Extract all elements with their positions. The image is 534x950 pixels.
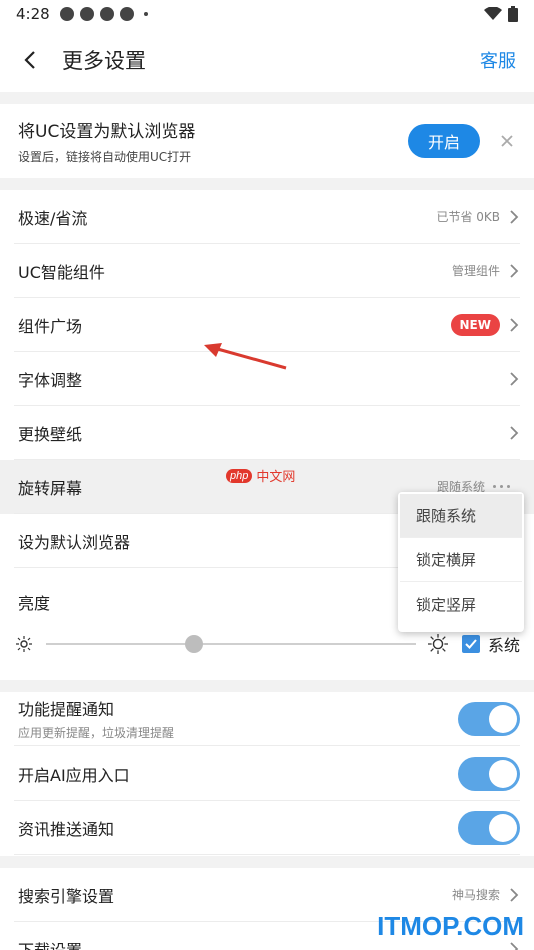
php-badge: php (226, 468, 253, 483)
system-label: 系统 (487, 636, 520, 655)
chevron-right-icon (508, 371, 520, 386)
brightness-slider[interactable] (46, 635, 416, 653)
row-label: 极速/省流 (18, 208, 88, 228)
row-label: 字体调整 (18, 370, 83, 390)
enable-button[interactable]: 开启 (408, 124, 480, 158)
popup-option-lock-portrait[interactable]: 锁定竖屏 (400, 582, 522, 626)
more-notifications-dot (143, 12, 148, 16)
wifi-icon (484, 7, 502, 20)
row-label: 设为默认浏览器 (18, 532, 131, 552)
row-label: 组件广场 (18, 316, 83, 336)
divider (0, 178, 534, 190)
chevron-right-icon (508, 887, 520, 902)
row-label: 资讯推送通知 (18, 819, 115, 839)
php-text: 中文网 (256, 470, 296, 485)
row-value: 管理组件 (451, 264, 500, 278)
row-label: UC智能组件 (18, 262, 105, 282)
banner-title: 将UC设置为默认浏览器 (18, 122, 196, 142)
news-push-toggle[interactable] (458, 810, 520, 845)
row-label: 开启AI应用入口 (18, 765, 130, 785)
close-icon[interactable] (498, 132, 516, 150)
row-label: 旋转屏幕 (18, 478, 83, 498)
php-watermark: php 中文网 (226, 466, 295, 485)
brightness-slider-row: 系统 (14, 628, 520, 660)
chevron-right-icon (508, 425, 520, 440)
chevron-right-icon (508, 942, 520, 950)
paw-icon (59, 7, 74, 21)
divider (0, 680, 534, 692)
slider-thumb[interactable] (184, 635, 203, 653)
system-brightness-checkbox[interactable] (461, 635, 480, 653)
status-bar: 4:28 (0, 0, 534, 28)
row-value: 神马搜索 (451, 888, 500, 902)
divider (0, 856, 534, 868)
paw-icon-2 (79, 7, 94, 21)
popup-option-lock-landscape[interactable]: 锁定横屏 (400, 538, 522, 582)
feature-reminder-toggle[interactable] (458, 701, 520, 736)
notification-icons (59, 7, 148, 21)
row-news-push: 资讯推送通知 (14, 801, 520, 855)
row-subtitle: 应用更新提醒，垃圾清理提醒 (18, 726, 175, 740)
itmop-watermark: ITMOP.COM (377, 911, 524, 941)
row-label: 搜索引擎设置 (18, 886, 115, 906)
row-ai-entry: 开启AI应用入口 (14, 747, 520, 801)
battery-icon (508, 6, 518, 22)
row-smart-widgets[interactable]: UC智能组件 管理组件 (14, 244, 520, 298)
aperture-icon-2 (119, 7, 134, 21)
chevron-right-icon (508, 263, 520, 278)
chevron-right-icon (508, 209, 520, 224)
row-label: 下载设置 (18, 937, 82, 950)
rotate-options-popup: 跟随系统 锁定横屏 锁定竖屏 (398, 492, 524, 632)
row-label: 更换壁纸 (18, 424, 83, 444)
brightness-label: 亮度 (18, 594, 51, 613)
banner-subtitle: 设置后，链接将自动使用UC打开 (18, 150, 192, 164)
popup-option-follow-system[interactable]: 跟随系统 (400, 494, 522, 538)
status-right (484, 6, 518, 22)
row-speed-saving[interactable]: 极速/省流 已节省 0KB (14, 190, 520, 244)
sun-small-icon (14, 634, 34, 654)
header: 更多设置 客服 (0, 30, 534, 90)
customer-service-link[interactable]: 客服 (480, 47, 516, 73)
sun-large-icon (427, 634, 448, 654)
default-browser-banner: 将UC设置为默认浏览器 设置后，链接将自动使用UC打开 开启 (0, 104, 534, 178)
row-wallpaper[interactable]: 更换壁纸 (14, 406, 520, 460)
aperture-icon (99, 7, 114, 21)
status-time: 4:28 (16, 5, 50, 23)
row-value: 已节省 0KB (436, 210, 500, 224)
ai-entry-toggle[interactable] (458, 756, 520, 791)
more-dots-icon[interactable] (493, 485, 510, 488)
red-arrow-annotation (204, 343, 287, 370)
row-feature-reminder: 功能提醒通知 应用更新提醒，垃圾清理提醒 (14, 692, 520, 746)
new-badge: NEW (450, 313, 500, 336)
divider (0, 92, 534, 104)
row-label: 功能提醒通知 (18, 700, 115, 719)
page-title: 更多设置 (62, 49, 146, 73)
back-icon[interactable] (18, 48, 42, 72)
chevron-right-icon (508, 317, 520, 332)
